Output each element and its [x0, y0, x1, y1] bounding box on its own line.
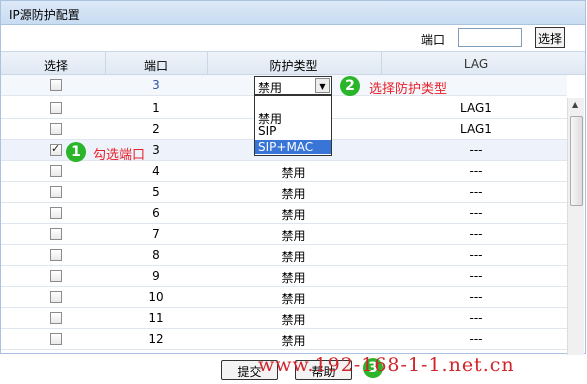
chevron-down-icon[interactable]: ▼ — [315, 78, 330, 93]
row-protection-type: 禁用 — [281, 334, 306, 348]
port-filter-input[interactable] — [458, 28, 522, 47]
col-lag-header: LAG — [463, 57, 489, 71]
table-row: 11 禁用 --- — [1, 308, 567, 329]
scroll-up-icon[interactable]: ▲ — [572, 100, 578, 109]
row-port: 1 — [152, 101, 160, 115]
edit-row-port: 3 — [152, 78, 160, 92]
header-divider — [105, 51, 106, 75]
row-checkbox[interactable] — [50, 333, 62, 345]
table-row: 8 禁用 --- — [1, 245, 567, 266]
scroll-thumb[interactable] — [570, 116, 583, 206]
row-port: 11 — [148, 311, 164, 325]
watermark: www.192-168-1-1.net.cn — [258, 354, 515, 376]
protection-type-select[interactable]: 禁用 ▼ — [254, 76, 332, 95]
option-sip[interactable]: SIP — [258, 124, 276, 138]
row-lag: --- — [469, 311, 483, 325]
row-port: 4 — [152, 164, 160, 178]
step-1-badge: 1 — [66, 142, 86, 162]
row-checkbox[interactable] — [50, 207, 62, 219]
step-2-badge: 2 — [340, 76, 360, 96]
table-row: 6 禁用 --- — [1, 203, 567, 224]
row-port: 6 — [152, 206, 160, 220]
row-lag: --- — [469, 290, 483, 304]
col-select-header: 选择 — [43, 59, 68, 73]
row-port: 2 — [152, 122, 160, 136]
step-2-note: 选择防护类型 — [369, 82, 448, 97]
row-lag: --- — [469, 269, 483, 283]
row-port: 5 — [152, 185, 160, 199]
row-checkbox[interactable] — [50, 249, 62, 261]
row-port: 7 — [152, 227, 160, 241]
row-checkbox[interactable] — [50, 102, 62, 114]
table-row: 5 禁用 --- — [1, 182, 567, 203]
table-row: 10 禁用 --- — [1, 287, 567, 308]
row-port: 12 — [148, 332, 164, 346]
row-checkbox[interactable] — [50, 186, 62, 198]
row-protection-type: 禁用 — [281, 250, 306, 264]
row-lag: --- — [469, 185, 483, 199]
table-header: 选择 端口 防护类型 LAG — [1, 51, 585, 75]
row-protection-type: 禁用 — [281, 229, 306, 243]
row-lag: --- — [469, 227, 483, 241]
table-row: 4 禁用 --- — [1, 161, 567, 182]
select-button[interactable]: 选择 — [535, 27, 565, 48]
row-lag: --- — [469, 248, 483, 262]
col-port-header: 端口 — [143, 59, 168, 73]
protection-type-menu: 禁用 SIP SIP+MAC — [254, 95, 332, 156]
row-lag: LAG1 — [460, 122, 492, 136]
row-lag: --- — [469, 164, 483, 178]
row-lag: --- — [469, 206, 483, 220]
step-1-note: 勾选端口 — [93, 148, 146, 163]
row-protection-type: 禁用 — [281, 187, 306, 201]
row-lag: LAG1 — [460, 101, 492, 115]
row-lag: --- — [469, 143, 483, 157]
header-divider — [207, 51, 208, 75]
row-protection-type: 禁用 — [281, 292, 306, 306]
header-divider — [381, 51, 382, 75]
row-protection-type: 禁用 — [281, 208, 306, 222]
row-lag: --- — [469, 332, 483, 346]
row-checkbox[interactable] — [50, 291, 62, 303]
row-checkbox[interactable] — [50, 312, 62, 324]
port-filter-label: 端口 — [421, 33, 446, 47]
row-checkbox[interactable] — [50, 165, 62, 177]
row-protection-type: 禁用 — [281, 313, 306, 327]
row-checkbox[interactable] — [50, 228, 62, 240]
table-row: 9 禁用 --- — [1, 266, 567, 287]
row-checkbox[interactable] — [50, 123, 62, 135]
option-sip-mac[interactable]: SIP+MAC — [255, 140, 331, 154]
port-filter-bar: 端口 选择 — [1, 25, 585, 51]
edit-row-checkbox[interactable] — [50, 79, 62, 91]
row-port: 8 — [152, 248, 160, 262]
row-port: 10 — [148, 290, 164, 304]
table-row: 7 禁用 --- — [1, 224, 567, 245]
row-protection-type: 禁用 — [281, 166, 306, 180]
protection-type-value: 禁用 — [258, 81, 283, 95]
row-checkbox[interactable] — [50, 270, 62, 282]
panel-title: IP源防护配置 — [1, 1, 585, 25]
table-row: 12 禁用 --- — [1, 329, 567, 350]
ip-source-guard-panel: IP源防护配置 端口 选择 选择 端口 防护类型 LAG 3 1 LAG1 2 LAG… — [0, 0, 586, 355]
table-scrollbar[interactable]: ▲ — [567, 98, 584, 355]
row-port: 9 — [152, 269, 160, 283]
row-protection-type: 禁用 — [281, 271, 306, 285]
row-checkbox[interactable] — [50, 142, 62, 156]
col-type-header: 防护类型 — [269, 59, 318, 73]
